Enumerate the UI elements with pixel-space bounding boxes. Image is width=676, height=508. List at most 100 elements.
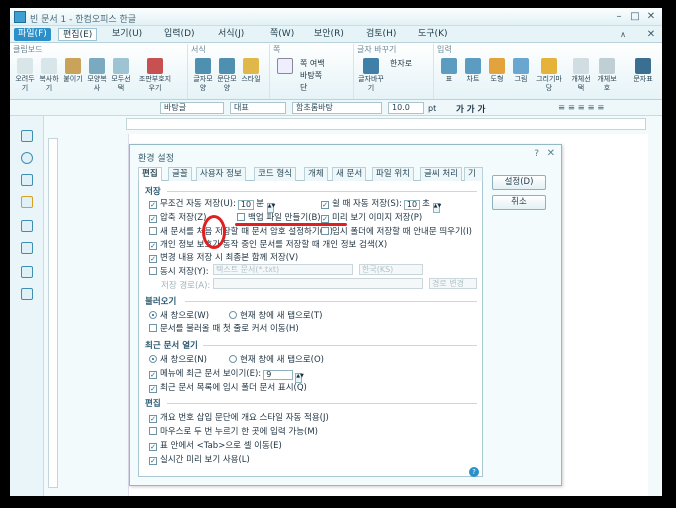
style-select[interactable]: 바탕글 [160,102,224,114]
erase-codes-button[interactable]: 조판부호지우기 [138,58,172,93]
gallery-button[interactable]: 그리기마당 [534,58,564,93]
doc-close-icon[interactable]: ✕ [644,28,658,41]
cancel-button[interactable]: 취소 [492,195,546,210]
checkbox[interactable] [149,255,157,263]
help-icon[interactable] [21,152,33,164]
menu-security[interactable]: 보안(R) [310,28,348,41]
checkbox[interactable] [149,427,157,435]
object-protect-button[interactable]: 개체보호 [596,58,618,93]
checkbox[interactable] [149,215,157,223]
tab-object[interactable]: 개체 [304,167,328,181]
ok-button[interactable]: 설정(D) [492,175,546,190]
margin-button[interactable]: 쪽 여백 [300,58,325,69]
recent-temp-option[interactable]: 최근 문서 목록에 임시 폴더 문서 표시(Q) [149,381,307,393]
menu-format[interactable]: 서식(J) [214,28,248,41]
mouse-double-option[interactable]: 마우스로 두 번 누르기 한 곳에 입력 가능(M) [149,425,318,437]
ribbon-collapse-icon[interactable]: ∧ [616,28,630,41]
maximize-icon[interactable]: □ [628,10,642,23]
radio[interactable] [229,311,237,319]
final-version-option[interactable]: 변경 내용 저장 시 최종본 함께 저장(V) [149,251,298,263]
table-button[interactable]: 표 [438,58,460,84]
select-all-button[interactable]: 모두선택 [110,58,132,93]
shape-button[interactable]: 도형 [486,58,508,84]
checkbox[interactable] [321,227,329,235]
style-auto-option[interactable]: 개요 번호 삽입 문단에 개요 스타일 자동 적용(J) [149,411,329,423]
column-button[interactable]: 단 [300,82,307,93]
recent-count-input[interactable]: 9 [263,370,294,380]
save-path-input[interactable] [213,278,423,289]
style-button[interactable]: 스타일 [240,58,262,84]
checkbox[interactable] [149,201,157,209]
menu-page[interactable]: 쪽(W) [266,28,298,41]
checkbox[interactable] [149,371,157,379]
master-page-button[interactable]: 바탕쪽 [300,70,322,81]
live-preview-option[interactable]: 실시간 미리 보기 사용(L) [149,453,250,465]
horizontal-ruler[interactable] [126,118,646,130]
tab-edit[interactable]: 편집 [138,167,162,182]
spin-arrows-icon[interactable]: ▲▼ [432,203,441,213]
sync-encoding-select[interactable]: 한국(KS) [359,264,423,275]
checkbox[interactable] [321,201,329,209]
checkbox[interactable] [321,215,329,223]
document-icon[interactable] [21,220,33,232]
font-size-input[interactable]: 10.0 [388,102,424,114]
backup-option[interactable]: 백업 파일 만들기(B) [237,211,321,223]
radio[interactable] [229,355,237,363]
temp-folder-option[interactable]: 임시 폴더에 저장할 때 안내문 띄우기(I) [321,225,472,237]
hanja-button[interactable]: 한자로 [390,58,412,69]
tab-new-doc[interactable]: 새 문서 [332,167,367,181]
checkbox[interactable] [237,213,245,221]
close-icon[interactable]: ✕ [644,10,658,23]
info-icon[interactable]: ? [469,467,479,477]
compress-option[interactable]: 압축 저장(Z) [149,211,206,223]
align-icons[interactable]: ≡ ≡ ≡ ≡ ≡ [558,103,604,113]
tab-code-format[interactable]: 코드 형식 [254,167,296,181]
minimize-icon[interactable]: – [612,10,626,23]
menu-insert[interactable]: 입력(D) [160,28,199,41]
sync-format-select[interactable]: 텍스트 문서(*.txt) [213,264,353,275]
lightning-icon[interactable] [21,196,33,208]
tab-text-processing[interactable]: 글씨 처리 [420,167,462,181]
sync-save-option[interactable]: 동시 저장(Y): [149,265,209,277]
tab-misc[interactable]: 기타 [464,167,483,192]
open-new-tab-option[interactable]: 현재 창에 새 탭으로(T) [229,309,323,321]
cursor-first-line-option[interactable]: 문서를 불러올 때 첫 줄로 커서 이동(H) [149,322,299,334]
recent-new-window-option[interactable]: 새 창으로(N) [149,353,207,365]
close-icon[interactable]: ✕ [547,148,555,159]
bold-icon[interactable]: 가 가 가 [456,103,485,115]
idle-save-input[interactable]: 10 [403,200,421,210]
copy-button[interactable]: 복사하기 [38,58,60,93]
radio[interactable] [149,355,157,363]
char-shape-button[interactable]: 글자모양 [192,58,214,93]
paste-button[interactable]: 붙이기 [62,58,84,84]
personal-info-option[interactable]: 개인 정보 보호가 동작 중인 문서를 저장할 때 개인 정보 검색(X) [149,238,387,250]
checkbox[interactable] [149,242,157,250]
text-icon[interactable] [21,288,33,300]
object-select-button[interactable]: 개체선택 [570,58,592,93]
cut-button[interactable]: 오려두기 [14,58,36,93]
menu-view[interactable]: 보기(U) [108,28,146,41]
checkbox[interactable] [149,457,157,465]
tab-user-info[interactable]: 사용자 정보 [196,167,246,181]
checkbox[interactable] [149,443,157,451]
change-path-button[interactable]: 경로 변경 [429,278,477,289]
format-copy-button[interactable]: 모양복사 [86,58,108,93]
menu-tools[interactable]: 도구(K) [414,28,452,41]
tab-file-location[interactable]: 파일 위치 [372,167,414,181]
picture-button[interactable]: 그림 [510,58,532,84]
page-setup-icon[interactable] [274,58,296,74]
tab-move-option[interactable]: 표 안에서 <Tab>으로 셀 이동(E) [149,439,282,451]
menu-file[interactable]: 파일(F) [14,28,51,41]
radio[interactable] [149,311,157,319]
menu-edit[interactable]: 편집(E) [58,28,98,41]
tab-font[interactable]: 글꼴 [168,167,192,181]
char-change-button[interactable]: 글자바꾸기 [358,58,384,93]
checkbox[interactable] [149,324,157,332]
autosave-input[interactable]: 10 [237,200,255,210]
chart-button[interactable]: 차트 [462,58,484,84]
help-icon[interactable]: ? [534,149,539,159]
list-icon[interactable] [21,174,33,186]
preview-image-option[interactable]: 미리 보기 이미지 저장(P) [321,211,422,223]
newdoc-password-option[interactable]: 새 문서를 처음 저장할 때 문서 암호 설정하기(G) [149,225,333,237]
image-icon[interactable] [21,266,33,278]
